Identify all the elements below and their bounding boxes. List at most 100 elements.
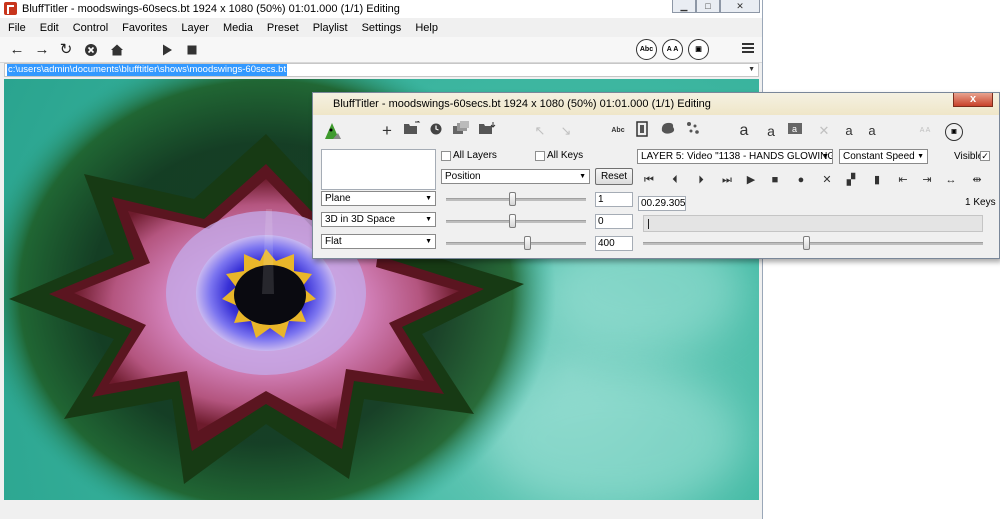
menu-layer[interactable]: Layer	[173, 19, 215, 37]
key-timeline[interactable]	[643, 215, 983, 232]
panel-title: BluffTitler - moodswings-60secs.bt 1924 …	[333, 98, 711, 110]
play-icon[interactable]: ▶	[743, 172, 759, 188]
layer-dropdown[interactable]: LAYER 5: Video "1138 - HANDS GLOWING x 3…	[637, 149, 833, 164]
slider-thumb-3[interactable]	[524, 236, 532, 250]
menu-bar: File Edit Control Favorites Layer Media …	[0, 19, 762, 37]
value-field-1[interactable]: 1	[595, 192, 633, 207]
blufftitler-logo-icon	[321, 121, 343, 141]
expand-icon[interactable]: ↔	[943, 172, 959, 188]
paste-key-icon[interactable]: ▮	[869, 172, 885, 188]
menu-help[interactable]: Help	[407, 19, 444, 37]
panel-close-button[interactable]: x	[953, 93, 993, 107]
chevron-down-icon: ▼	[579, 173, 586, 180]
go-to-end-icon[interactable]: ⇥	[919, 172, 935, 188]
open-folder-icon[interactable]	[403, 119, 421, 141]
menu-settings[interactable]: Settings	[354, 19, 408, 37]
layer-editor-panel: BluffTitler - moodswings-60secs.bt 1924 …	[312, 92, 1000, 259]
skip-to-end-icon[interactable]: ⏭	[719, 172, 735, 188]
skip-to-start-icon[interactable]: ⏮	[641, 172, 657, 188]
menu-media[interactable]: Media	[215, 19, 259, 37]
main-title-bar[interactable]: BluffTitler - moodswings-60secs.bt 1924 …	[0, 0, 762, 18]
all-keys-label: All Keys	[547, 150, 584, 161]
slider-track-1[interactable]	[446, 198, 586, 201]
all-layers-checkbox[interactable]	[441, 151, 451, 161]
main-window-title: BluffTitler - moodswings-60secs.bt 1924 …	[22, 3, 400, 15]
play-icon[interactable]	[158, 41, 176, 59]
clock-icon[interactable]	[429, 121, 443, 141]
value-field-2[interactable]: 0	[595, 214, 633, 229]
space-dropdown[interactable]: 3D in 3D Space ▼	[321, 212, 436, 227]
refresh-icon[interactable]: ↻	[57, 41, 75, 59]
add-layer-icon[interactable]: +	[379, 121, 395, 141]
hamburger-menu-icon[interactable]	[742, 43, 754, 53]
back-arrow-icon[interactable]: ←	[8, 41, 26, 59]
all-layers-label: All Layers	[453, 150, 497, 161]
time-field[interactable]: 00.29.305	[638, 196, 686, 211]
layer-preview-box	[321, 149, 436, 190]
blufftitler-app-icon	[4, 2, 17, 15]
next-key-icon[interactable]: ⏵	[693, 172, 709, 188]
chevron-down-icon[interactable]: ▼	[748, 66, 755, 73]
slider-track-2[interactable]	[446, 220, 586, 223]
menu-favorites[interactable]: Favorites	[114, 19, 173, 37]
time-slider-thumb[interactable]	[803, 236, 811, 250]
text-a-icon[interactable]: a	[737, 121, 751, 141]
menu-playlist[interactable]: Playlist	[305, 19, 354, 37]
home-icon[interactable]	[108, 41, 126, 59]
time-slider-track[interactable]	[643, 242, 983, 245]
close-button[interactable]: ✕	[720, 0, 760, 13]
shading-value: Flat	[325, 236, 342, 247]
property-value: Position	[445, 171, 481, 182]
layers-stack-icon[interactable]	[451, 121, 471, 141]
chevron-down-icon: ▼	[822, 153, 829, 160]
speed-value: Constant Speed	[843, 151, 915, 162]
layer-panel-icon[interactable]: ▣	[945, 123, 963, 141]
main-window: BluffTitler - moodswings-60secs.bt 1924 …	[0, 0, 763, 519]
text-aa-icon[interactable]: a	[863, 121, 881, 141]
menu-control[interactable]: Control	[65, 19, 114, 37]
stop-icon[interactable]	[183, 41, 201, 59]
reset-button[interactable]: Reset	[595, 168, 633, 185]
text-a-cross-icon[interactable]: a	[841, 121, 857, 141]
slider-track-3[interactable]	[446, 242, 586, 245]
menu-edit[interactable]: Edit	[32, 19, 65, 37]
main-toolbar: ← → ↻ Abc A A ▣	[0, 37, 762, 63]
maximize-button[interactable]: □	[696, 0, 720, 13]
plane-dropdown[interactable]: Plane ▼	[321, 191, 436, 206]
go-to-begin-icon[interactable]: ⇤	[895, 172, 911, 188]
slider-thumb-1[interactable]	[508, 192, 516, 206]
slider-thumb-2[interactable]	[508, 214, 516, 228]
timeline-cursor	[648, 219, 649, 229]
fit-icon[interactable]: ⇹	[969, 172, 985, 188]
previous-key-icon[interactable]: ⏴	[667, 172, 683, 188]
text-a-box-icon[interactable]: a	[787, 121, 803, 141]
save-folder-icon[interactable]	[477, 121, 497, 141]
minimize-button[interactable]: ▁	[672, 0, 696, 13]
add-key-icon[interactable]: ●	[793, 172, 809, 188]
menu-file[interactable]: File	[0, 19, 32, 37]
delete-key-icon[interactable]: ✕	[819, 172, 835, 188]
visible-checkbox[interactable]: ✓	[980, 151, 990, 161]
layer-panel-button[interactable]: ▣	[688, 39, 709, 60]
all-keys-checkbox[interactable]	[535, 151, 545, 161]
property-dropdown[interactable]: Position ▼	[441, 169, 590, 184]
show-path-combobox[interactable]: c:\users\admin\documents\blufftitler\sho…	[4, 63, 759, 77]
copy-key-icon[interactable]: ▞	[843, 172, 859, 188]
value-field-3[interactable]: 400	[595, 236, 633, 251]
speed-dropdown[interactable]: Constant Speed ▼	[839, 149, 928, 164]
stop-circle-icon[interactable]	[82, 41, 100, 59]
stop-icon[interactable]: ■	[767, 172, 783, 188]
text-frame-icon[interactable]	[635, 121, 649, 141]
text-a-dotted-icon[interactable]: a	[763, 121, 779, 141]
disabled-x-icon: ✕	[818, 123, 830, 138]
particles-icon[interactable]	[685, 121, 701, 141]
forward-arrow-icon[interactable]: →	[33, 41, 51, 59]
shading-dropdown[interactable]: Flat ▼	[321, 234, 436, 249]
font-aa-button[interactable]: A A	[662, 39, 683, 60]
shape-blob-icon[interactable]	[659, 121, 677, 141]
text-abc-icon[interactable]: Abc	[609, 121, 627, 141]
panel-title-bar[interactable]: BluffTitler - moodswings-60secs.bt 1924 …	[313, 93, 999, 115]
show-path-text: c:\users\admin\documents\blufftitler\sho…	[7, 64, 288, 76]
text-abc-button[interactable]: Abc	[636, 39, 657, 60]
menu-preset[interactable]: Preset	[259, 19, 305, 37]
